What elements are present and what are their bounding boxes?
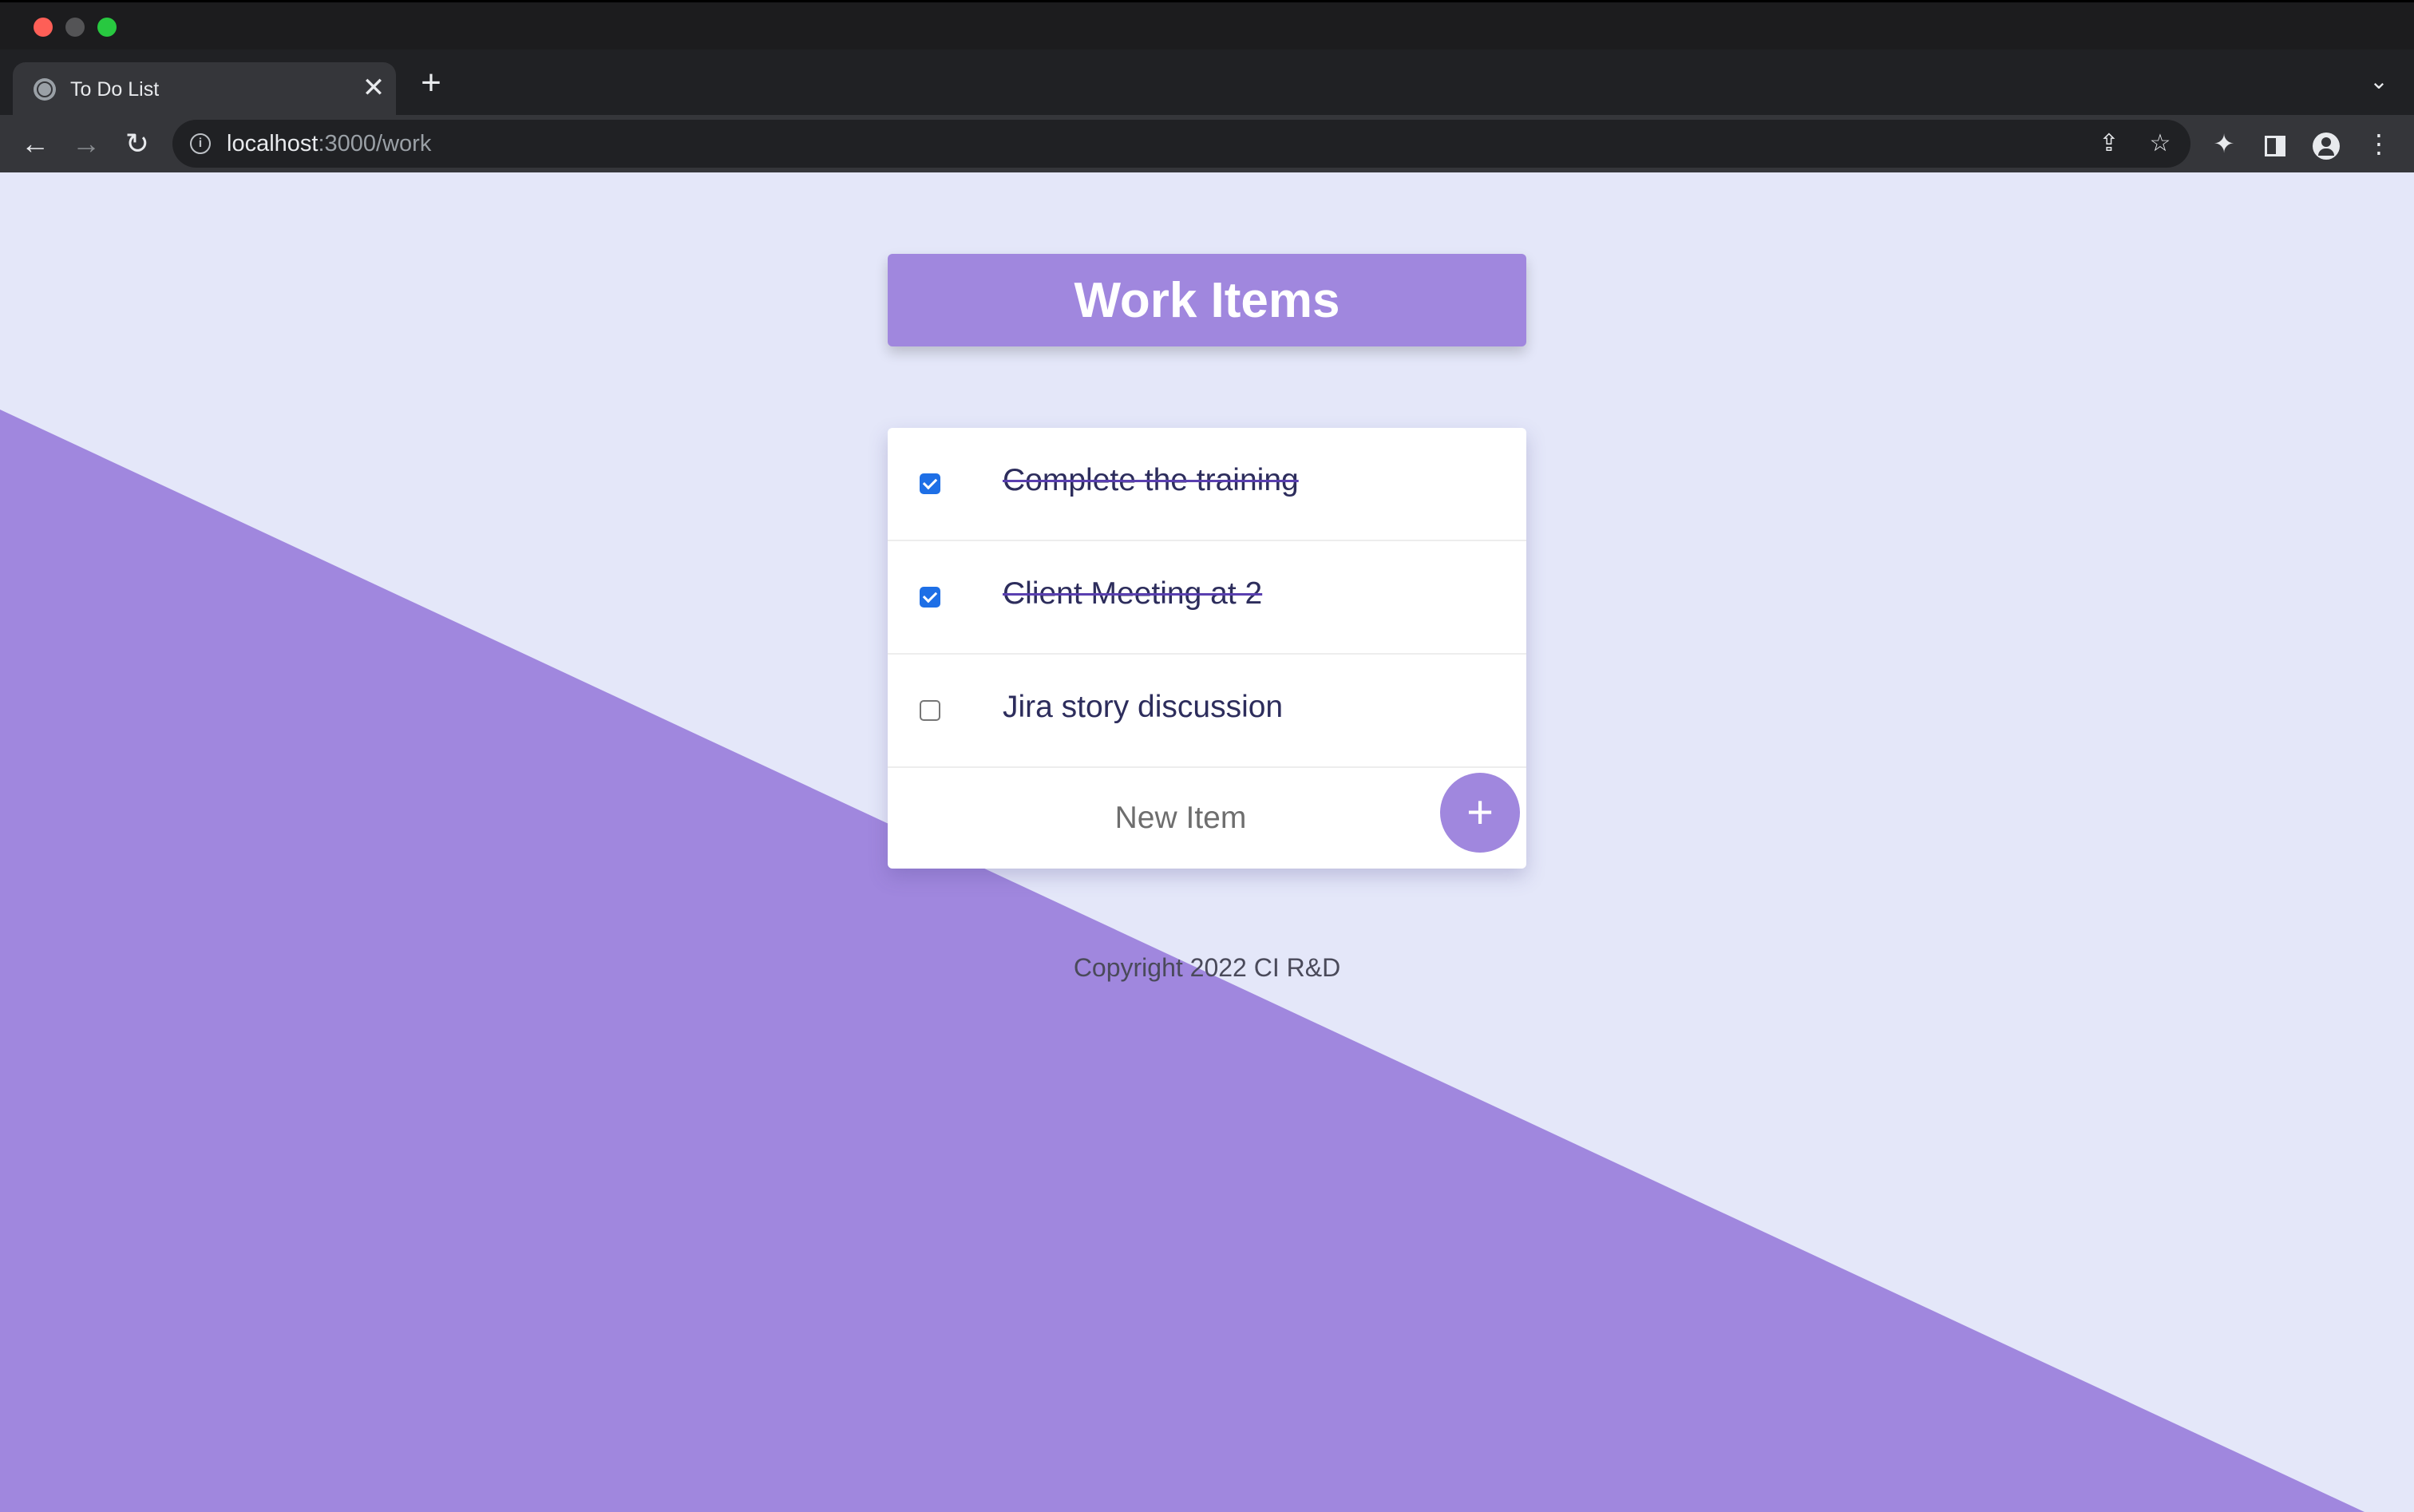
minimize-window-button[interactable] bbox=[65, 18, 85, 37]
globe-icon bbox=[34, 78, 56, 101]
address-bar[interactable]: i localhost:3000/work ⇪ ☆ bbox=[172, 120, 2190, 168]
item-checkbox[interactable] bbox=[920, 473, 940, 494]
list-item: Client Meeting at 2 bbox=[888, 541, 1526, 655]
profile-button[interactable] bbox=[2307, 125, 2345, 163]
new-tab-button[interactable]: + bbox=[412, 64, 450, 102]
add-item-button[interactable]: + bbox=[1440, 773, 1520, 853]
browser-chrome: To Do List ✕ + ⌄ ← → ↻ i localhost:3000/… bbox=[0, 0, 2414, 172]
page-title: Work Items bbox=[1074, 272, 1340, 328]
list-item: Jira story discussion bbox=[888, 655, 1526, 768]
item-checkbox[interactable] bbox=[920, 700, 940, 721]
browser-menu-icon[interactable]: ⋮ bbox=[2360, 125, 2398, 163]
back-arrow-icon[interactable]: ← bbox=[16, 125, 54, 163]
url-host: localhost bbox=[227, 131, 319, 156]
new-item-form: + bbox=[888, 768, 1526, 869]
todo-card: Complete the training Client Meeting at … bbox=[888, 428, 1526, 869]
footer-copyright: Copyright 2022 CI R&D bbox=[1073, 953, 1341, 982]
forward-arrow-icon[interactable]: → bbox=[67, 125, 105, 163]
tab-to-do-list[interactable]: To Do List ✕ bbox=[13, 62, 396, 115]
close-tab-icon[interactable]: ✕ bbox=[358, 72, 390, 104]
list-item: Complete the training bbox=[888, 428, 1526, 541]
url-text[interactable]: localhost:3000/work bbox=[227, 131, 431, 157]
page-viewport: Work Items Complete the training Client … bbox=[0, 172, 2414, 1512]
extensions-puzzle-icon[interactable]: ✦ bbox=[2205, 125, 2243, 163]
item-text: Jira story discussion bbox=[1003, 690, 1284, 724]
side-panel-button[interactable] bbox=[2256, 125, 2294, 163]
window-titlebar bbox=[0, 0, 2414, 49]
side-panel-icon bbox=[2265, 135, 2285, 156]
item-text: Complete the training bbox=[1003, 463, 1299, 497]
bookmark-star-icon[interactable]: ☆ bbox=[2146, 129, 2175, 158]
site-info-icon[interactable]: i bbox=[190, 133, 211, 154]
browser-toolbar: ← → ↻ i localhost:3000/work ⇪ ☆ ✦ ⋮ bbox=[0, 115, 2414, 172]
new-item-input[interactable] bbox=[999, 792, 1362, 845]
share-icon[interactable]: ⇪ bbox=[2095, 129, 2123, 158]
reload-icon[interactable]: ↻ bbox=[118, 125, 156, 163]
item-text: Client Meeting at 2 bbox=[1003, 576, 1263, 611]
url-path: :3000/work bbox=[318, 131, 432, 156]
heading-box: Work Items bbox=[888, 254, 1526, 346]
maximize-window-button[interactable] bbox=[97, 18, 117, 37]
profile-avatar-icon bbox=[2313, 132, 2340, 160]
tab-search-chevron-icon[interactable]: ⌄ bbox=[2363, 65, 2395, 97]
tab-title: To Do List bbox=[70, 78, 160, 101]
tab-strip: To Do List ✕ + ⌄ bbox=[0, 49, 2414, 115]
close-window-button[interactable] bbox=[34, 18, 53, 37]
item-checkbox[interactable] bbox=[920, 587, 940, 608]
